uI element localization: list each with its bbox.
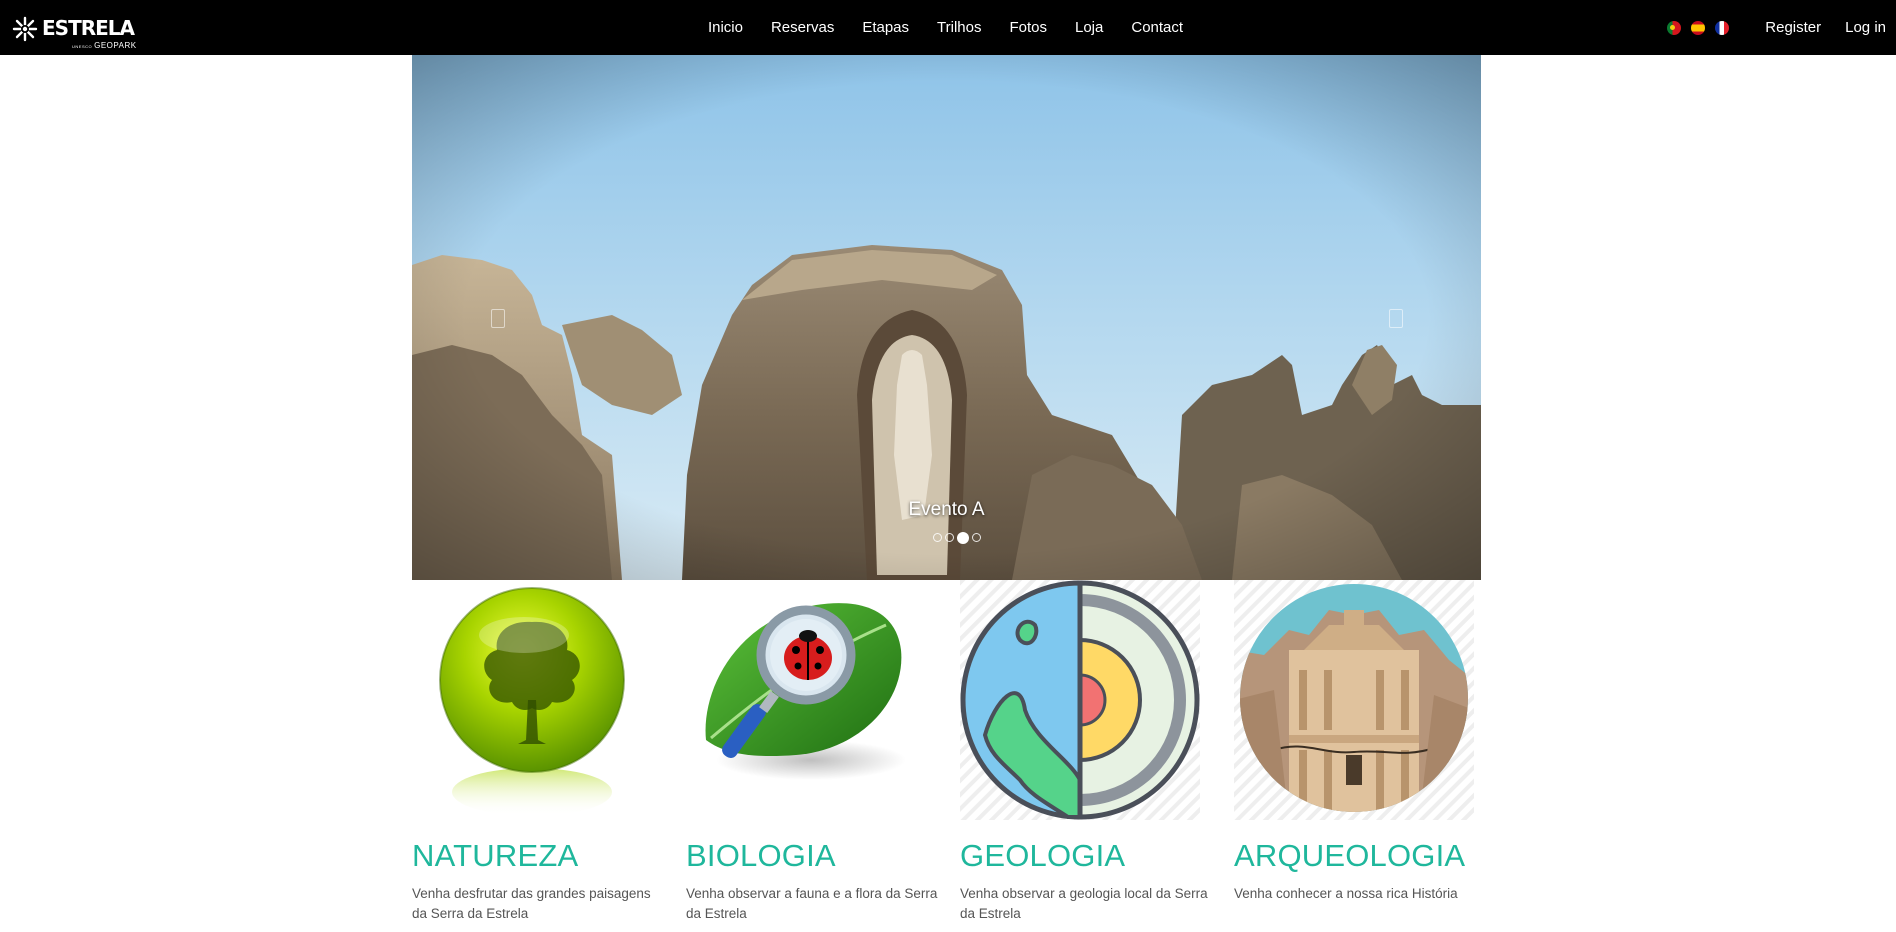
nav-item-contact[interactable]: Contact xyxy=(1117,0,1197,55)
brand-subtitle: UNESCO GEOPARK xyxy=(72,41,137,52)
nav-item-trilhos[interactable]: Trilhos xyxy=(923,0,995,55)
earth-layers-icon xyxy=(960,580,1200,820)
ladybug-magnifier-icon xyxy=(705,603,906,780)
feature-biologia: BIOLOGIA Venha observar a fauna e a flor… xyxy=(686,580,946,932)
feature-arqueologia: ARQUEOLOGIA Venha conhecer a nossa rica … xyxy=(1234,580,1494,932)
top-navbar: ESTRELA UNESCO GEOPARK Inicio Reservas Et… xyxy=(0,0,1896,55)
nav-item-inicio[interactable]: Inicio xyxy=(694,0,757,55)
nav-item-loja[interactable]: Loja xyxy=(1061,0,1117,55)
carousel-indicator-4[interactable] xyxy=(971,533,981,542)
nav-item-reservas[interactable]: Reservas xyxy=(757,0,848,55)
feature-desc-biologia: Venha observar a fauna e a flora da Serr… xyxy=(686,886,938,921)
fr-flag-icon[interactable] xyxy=(1715,20,1730,35)
carousel-next-button[interactable] xyxy=(1389,309,1403,328)
feature-title-biologia[interactable]: BIOLOGIA xyxy=(686,838,836,874)
feature-section: NATUREZA Venha desfrutar das grandes pai… xyxy=(412,580,1481,932)
feature-natureza: NATUREZA Venha desfrutar das grandes pai… xyxy=(412,580,672,932)
main-menu: Inicio Reservas Etapas Trilhos Fotos Loj… xyxy=(0,0,1896,55)
brand-name: ESTRELA xyxy=(42,16,135,40)
feature-geologia: GEOLOGIA Venha observar a geologia local… xyxy=(960,580,1220,932)
feature-desc-arqueologia: Venha conhecer a nossa rica História xyxy=(1234,886,1458,901)
tree-icon xyxy=(439,587,625,816)
nav-right: Register Log in xyxy=(1667,0,1896,55)
pt-flag-icon[interactable] xyxy=(1667,20,1682,35)
register-link[interactable]: Register xyxy=(1751,0,1835,55)
nav-item-fotos[interactable]: Fotos xyxy=(995,0,1061,55)
feature-title-natureza[interactable]: NATUREZA xyxy=(412,838,578,874)
hero-carousel: Evento A xyxy=(412,55,1481,580)
brand-subtitle-small: UNESCO xyxy=(72,44,93,49)
carousel-indicators xyxy=(422,531,1481,544)
feature-title-arqueologia[interactable]: ARQUEOLOGIA xyxy=(1234,838,1465,874)
carousel-prev-button[interactable] xyxy=(491,309,505,328)
main-menu-list: Inicio Reservas Etapas Trilhos Fotos Loj… xyxy=(694,0,1197,55)
carousel-indicator-2[interactable] xyxy=(944,533,954,542)
temple-icon xyxy=(1234,580,1474,820)
feature-title-geologia[interactable]: GEOLOGIA xyxy=(960,838,1125,874)
language-switcher xyxy=(1667,20,1730,35)
carousel-indicator-3[interactable] xyxy=(956,531,969,544)
carousel-caption: Evento A xyxy=(908,499,985,520)
login-link[interactable]: Log in xyxy=(1835,0,1896,55)
carousel-indicator-1[interactable] xyxy=(932,533,942,542)
nav-item-etapas[interactable]: Etapas xyxy=(848,0,923,55)
brand-subtitle-main: GEOPARK xyxy=(94,41,137,50)
snowflake-logo-icon xyxy=(12,16,38,42)
es-flag-icon[interactable] xyxy=(1691,20,1706,35)
feature-desc-natureza: Venha desfrutar das grandes paisagens da… xyxy=(412,886,651,921)
feature-desc-geologia: Venha observar a geologia local da Serra… xyxy=(960,886,1208,921)
brand-logo[interactable]: ESTRELA UNESCO GEOPARK xyxy=(10,14,136,54)
